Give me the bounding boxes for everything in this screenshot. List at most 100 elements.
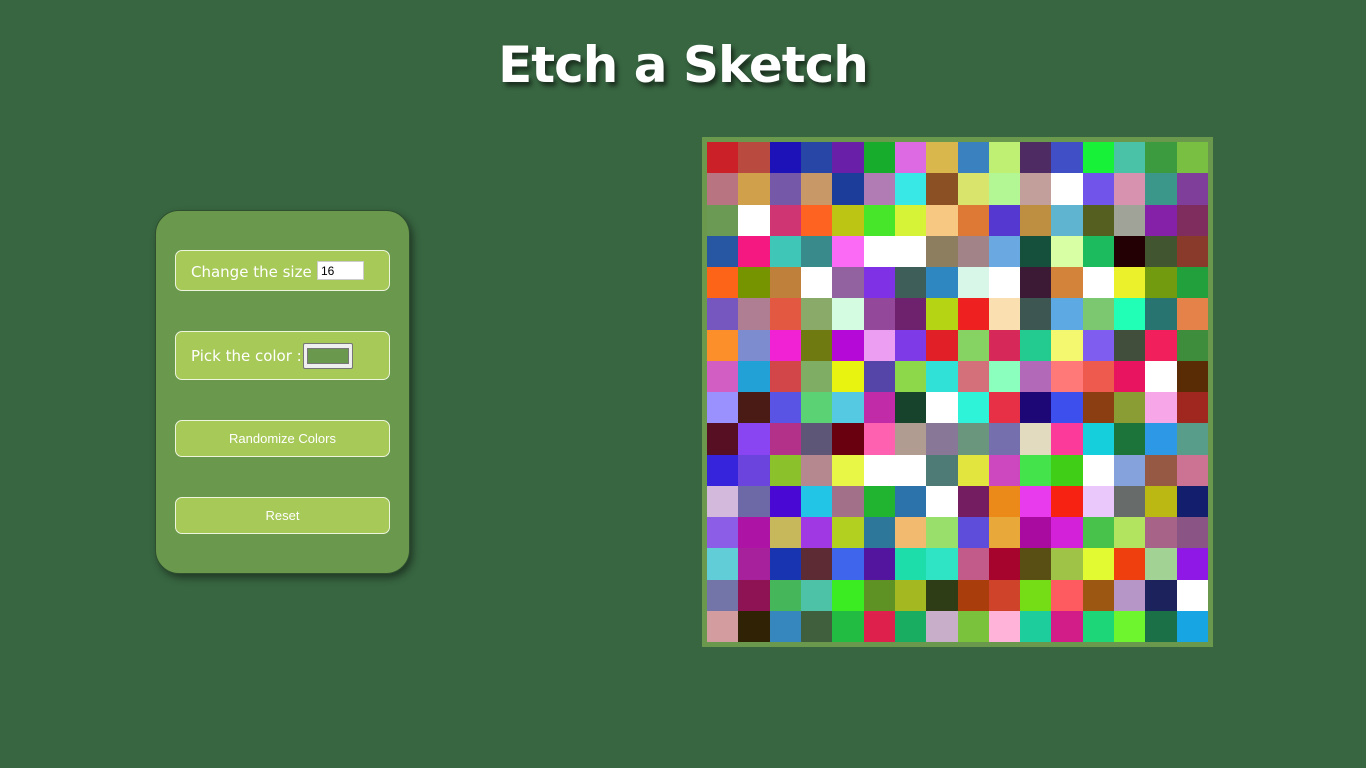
grid-cell[interactable] — [738, 235, 770, 267]
grid-cell[interactable] — [1145, 173, 1177, 205]
grid-cell[interactable] — [957, 267, 989, 299]
grid-cell[interactable] — [957, 173, 989, 205]
grid-cell[interactable] — [863, 454, 895, 486]
grid-cell[interactable] — [1020, 204, 1052, 236]
grid-cell[interactable] — [707, 610, 739, 642]
grid-cell[interactable] — [863, 142, 895, 174]
grid-cell[interactable] — [957, 517, 989, 549]
grid-cell[interactable] — [894, 454, 927, 486]
grid-cell[interactable] — [957, 548, 989, 580]
grid-cell[interactable] — [894, 610, 927, 642]
grid-cell[interactable] — [926, 454, 958, 486]
grid-cell[interactable] — [1114, 392, 1146, 424]
grid-cell[interactable] — [1114, 267, 1146, 299]
grid-cell[interactable] — [1145, 267, 1177, 299]
grid-cell[interactable] — [738, 392, 770, 424]
grid-cell[interactable] — [1145, 204, 1177, 236]
grid-cell[interactable] — [832, 485, 864, 517]
grid-cell[interactable] — [769, 454, 801, 486]
grid-cell[interactable] — [988, 298, 1021, 330]
grid-cell[interactable] — [926, 360, 958, 392]
grid-cell[interactable] — [800, 610, 833, 642]
grid-cell[interactable] — [1082, 173, 1115, 205]
grid-cell[interactable] — [894, 142, 927, 174]
grid-cell[interactable] — [1176, 204, 1208, 236]
grid-cell[interactable] — [1114, 610, 1146, 642]
grid-cell[interactable] — [926, 298, 958, 330]
grid-cell[interactable] — [894, 360, 927, 392]
grid-cell[interactable] — [863, 173, 895, 205]
grid-cell[interactable] — [769, 423, 801, 455]
grid-cell[interactable] — [832, 329, 864, 361]
grid-cell[interactable] — [832, 517, 864, 549]
randomize-colors-button[interactable]: Randomize Colors — [175, 420, 390, 457]
grid-cell[interactable] — [926, 204, 958, 236]
grid-cell[interactable] — [863, 204, 895, 236]
grid-cell[interactable] — [1176, 235, 1208, 267]
grid-cell[interactable] — [957, 298, 989, 330]
grid-cell[interactable] — [707, 142, 739, 174]
grid-cell[interactable] — [863, 298, 895, 330]
grid-cell[interactable] — [957, 485, 989, 517]
grid-cell[interactable] — [926, 485, 958, 517]
grid-cell[interactable] — [894, 204, 927, 236]
grid-cell[interactable] — [1176, 392, 1208, 424]
grid-cell[interactable] — [1020, 173, 1052, 205]
grid-cell[interactable] — [832, 610, 864, 642]
grid-cell[interactable] — [1020, 610, 1052, 642]
grid-cell[interactable] — [1176, 610, 1208, 642]
grid-cell[interactable] — [863, 267, 895, 299]
grid-cell[interactable] — [1020, 298, 1052, 330]
grid-cell[interactable] — [957, 454, 989, 486]
grid-cell[interactable] — [863, 235, 895, 267]
grid-cell[interactable] — [1051, 610, 1083, 642]
grid-cell[interactable] — [1020, 423, 1052, 455]
grid-cell[interactable] — [832, 173, 864, 205]
grid-cell[interactable] — [800, 235, 833, 267]
grid-cell[interactable] — [800, 173, 833, 205]
grid-cell[interactable] — [1082, 360, 1115, 392]
grid-cell[interactable] — [1176, 548, 1208, 580]
grid-cell[interactable] — [1082, 610, 1115, 642]
grid-cell[interactable] — [769, 142, 801, 174]
grid-cell[interactable] — [769, 204, 801, 236]
grid-cell[interactable] — [1020, 329, 1052, 361]
grid-cell[interactable] — [1176, 173, 1208, 205]
grid-cell[interactable] — [1145, 329, 1177, 361]
grid-cell[interactable] — [1145, 298, 1177, 330]
grid-cell[interactable] — [957, 235, 989, 267]
grid-cell[interactable] — [1176, 517, 1208, 549]
grid-cell[interactable] — [863, 485, 895, 517]
grid-cell[interactable] — [1176, 267, 1208, 299]
grid-cell[interactable] — [1176, 423, 1208, 455]
grid-cell[interactable] — [988, 360, 1021, 392]
grid-cell[interactable] — [988, 579, 1021, 611]
grid-cell[interactable] — [707, 423, 739, 455]
grid-cell[interactable] — [832, 142, 864, 174]
grid-cell[interactable] — [800, 423, 833, 455]
grid-cell[interactable] — [1082, 517, 1115, 549]
grid-cell[interactable] — [1020, 454, 1052, 486]
grid-cell[interactable] — [769, 485, 801, 517]
grid-cell[interactable] — [769, 392, 801, 424]
grid-cell[interactable] — [1114, 173, 1146, 205]
grid-cell[interactable] — [926, 610, 958, 642]
grid-cell[interactable] — [957, 423, 989, 455]
grid-cell[interactable] — [988, 517, 1021, 549]
grid-cell[interactable] — [707, 267, 739, 299]
grid-cell[interactable] — [707, 392, 739, 424]
grid-cell[interactable] — [738, 360, 770, 392]
grid-cell[interactable] — [769, 267, 801, 299]
grid-cell[interactable] — [832, 360, 864, 392]
grid-cell[interactable] — [832, 454, 864, 486]
grid-cell[interactable] — [1176, 298, 1208, 330]
grid-cell[interactable] — [1020, 142, 1052, 174]
grid-cell[interactable] — [800, 298, 833, 330]
grid-cell[interactable] — [707, 329, 739, 361]
grid-cell[interactable] — [800, 329, 833, 361]
grid-cell[interactable] — [1051, 267, 1083, 299]
grid-cell[interactable] — [1176, 454, 1208, 486]
grid-cell[interactable] — [738, 423, 770, 455]
grid-cell[interactable] — [1145, 423, 1177, 455]
grid-cell[interactable] — [926, 267, 958, 299]
